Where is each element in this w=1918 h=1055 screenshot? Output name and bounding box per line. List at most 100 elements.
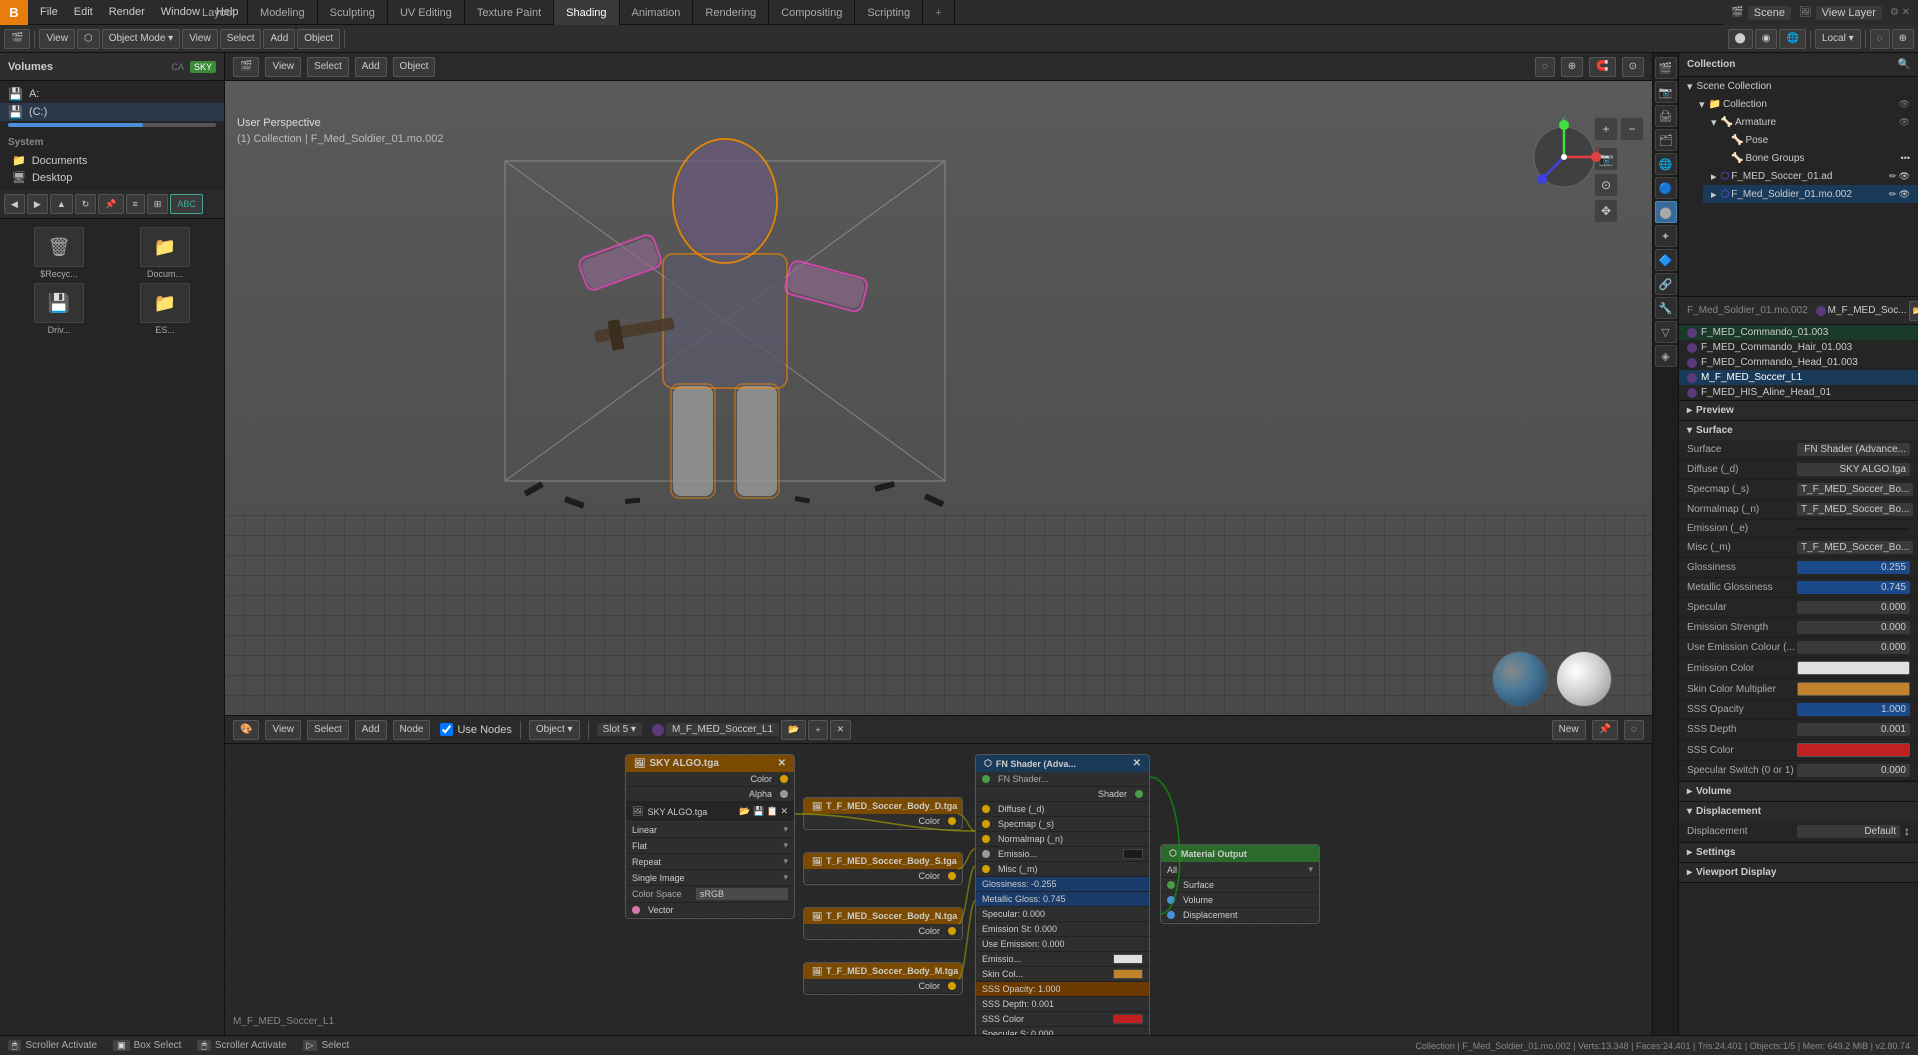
arm-eye[interactable]: 👁 [1899, 117, 1910, 128]
drive-c[interactable]: 💾 (C:) [0, 103, 224, 121]
overlay-btn[interactable]: ◌ [1870, 29, 1890, 49]
outliner[interactable]: ▾ Scene Collection ▾ 📁 Collection 👁 ▾ 🦴 … [1679, 77, 1918, 297]
vp-view-btn[interactable]: View [265, 57, 301, 77]
volume-header[interactable]: ▸ Volume [1679, 782, 1918, 801]
se-mat-browse[interactable]: 📂 [781, 720, 806, 740]
viewport-select-btn[interactable]: Select [220, 29, 262, 49]
tex-d-socket[interactable] [948, 817, 956, 825]
tex-s-socket[interactable] [948, 872, 956, 880]
fb-abc-btn[interactable]: ABC [170, 194, 203, 214]
outliner-collection[interactable]: ▾ 📁 Collection 👁 [1691, 95, 1918, 113]
coll-eye[interactable]: 👁 [1899, 99, 1910, 110]
shading-material-btn[interactable]: ◉ [1755, 29, 1778, 49]
tab-sculpting[interactable]: Sculpting [318, 0, 388, 25]
fb-bookmark-btn[interactable]: 📌 [98, 194, 123, 214]
fn-close[interactable]: ✕ [1133, 758, 1141, 769]
fn-diffuse-sock[interactable] [982, 805, 990, 813]
fb-refresh-btn[interactable]: ↻ [75, 194, 97, 214]
fb-back-btn[interactable]: ◀ [4, 194, 25, 214]
fn-gloss[interactable]: Glossiness: -0.255 [976, 877, 1149, 892]
misc-m-value[interactable]: T_F_MED_Soccer_Bo... [1797, 541, 1913, 554]
viewport-3d[interactable]: 🎬 View Select Add Object ◌ ⊕ 🧲 ⊙ [225, 53, 1652, 715]
node-tex-s[interactable]: 🖼 T_F_MED_Soccer_Body_S.tga Color [803, 852, 963, 885]
sss-opacity-value[interactable]: 1.000 [1797, 703, 1910, 716]
fn-metal-gloss[interactable]: Metallic Gloss: 0.745 [976, 892, 1149, 907]
prop-material-icon[interactable]: ⬤ [1655, 201, 1677, 223]
node-mat-output[interactable]: ⬡ Material Output All ▾ Surface Volume [1160, 844, 1320, 924]
preview-header[interactable]: ▸ Preview [1679, 401, 1918, 420]
se-view-btn[interactable]: View [265, 720, 301, 740]
tab-animation[interactable]: Animation [620, 0, 694, 25]
tab-add[interactable]: + [923, 0, 954, 25]
node-fn-shader[interactable]: ⬡ FN Shader (Adva... ✕ FN Shader... Shad… [975, 754, 1150, 1035]
tex-m-socket[interactable] [948, 982, 956, 990]
viewport-view-btn[interactable]: View [182, 29, 218, 49]
surface-header[interactable]: ▾ Surface [1679, 421, 1918, 440]
outliner-scene-collection[interactable]: ▾ Scene Collection [1679, 77, 1918, 95]
menu-edit[interactable]: Edit [66, 0, 101, 24]
vp-type-btn[interactable]: 🎬 [233, 57, 259, 77]
mat1-label[interactable]: F_MED_Commando_01.003 [1701, 327, 1828, 338]
tab-compositing[interactable]: Compositing [769, 0, 855, 25]
tab-scripting[interactable]: Scripting [855, 0, 923, 25]
prop-world-icon[interactable]: 🔵 [1655, 177, 1677, 199]
view-layer-name[interactable]: View Layer [1816, 6, 1882, 20]
sss-depth-value[interactable]: 0.001 [1797, 723, 1910, 736]
spec-switch-value[interactable]: 0.000 [1797, 764, 1910, 777]
menu-render[interactable]: Render [101, 0, 153, 24]
sss-color-swatch[interactable] [1797, 743, 1910, 757]
node-tex-d[interactable]: 🖼 T_F_MED_Soccer_Body_D.tga Color [803, 797, 963, 830]
nav-zoom-out[interactable]: − [1620, 117, 1644, 141]
glossiness-value[interactable]: 0.255 [1797, 561, 1910, 574]
editor-type-btn[interactable]: 🎬 [4, 29, 30, 49]
slot-selector[interactable]: Slot 5 ▾ [597, 723, 642, 736]
prop-particles-icon[interactable]: ✦ [1655, 225, 1677, 247]
fb-view-btn[interactable]: ⊞ [147, 194, 169, 214]
settings-header[interactable]: ▸ Settings [1679, 843, 1918, 862]
outliner-bone-groups[interactable]: 🦴 Bone Groups ••• [1715, 149, 1918, 167]
select-mode-btn[interactable]: ⬡ [77, 29, 100, 49]
file-ops[interactable]: 📂 💾 📋 ✕ [739, 806, 788, 817]
tab-texture-paint[interactable]: Texture Paint [465, 0, 554, 25]
fn-sss-opacity[interactable]: SSS Opacity: 1.000 [976, 982, 1149, 997]
fmad-eye-icon[interactable]: 👁 [1899, 171, 1910, 182]
prop-constraints-icon[interactable]: 🔗 [1655, 273, 1677, 295]
tab-layout[interactable]: Layout [190, 0, 248, 25]
sys-documents[interactable]: 📁 Documents [8, 152, 216, 169]
fn-shader-socket-out[interactable] [1135, 790, 1143, 798]
view-btn[interactable]: View [39, 29, 75, 49]
fmad-edit-icon[interactable]: ✏ [1889, 171, 1897, 182]
vp-gizmo-btn[interactable]: ⊕ [1561, 57, 1583, 77]
prop-scene-icon[interactable]: 🎬 [1655, 57, 1677, 79]
transform-space-btn[interactable]: Local ▾ [1815, 29, 1861, 49]
disp-value[interactable]: Default [1797, 825, 1900, 838]
file-item-drive[interactable]: 💾 Driv... [8, 283, 110, 335]
shader-editor[interactable]: 🎨 View Select Add Node Use Nodes Object … [225, 715, 1652, 1035]
fb-sort-btn[interactable]: ≡ [126, 194, 145, 214]
mat-surface-sock[interactable] [1167, 881, 1175, 889]
fb-fwd-btn[interactable]: ▶ [27, 194, 48, 214]
tab-uv-editing[interactable]: UV Editing [388, 0, 465, 25]
se-select-btn[interactable]: Select [307, 720, 349, 740]
viewport-scene[interactable]: User Perspective (1) Collection | F_Med_… [225, 81, 1652, 715]
alpha-socket-out[interactable] [780, 790, 788, 798]
mat3-label[interactable]: F_MED_Commando_Head_01.003 [1701, 357, 1858, 368]
file-item-es[interactable]: 📁 ES... [114, 283, 216, 335]
emission-e-value[interactable] [1797, 528, 1910, 530]
outliner-fmed-mo002[interactable]: ▸ ⬡ F_Med_Soldier_01.mo.002 ✏ 👁 [1703, 185, 1918, 203]
prop-output-icon[interactable]: 🖨 [1655, 105, 1677, 127]
mat2-label[interactable]: F_MED_Commando_Hair_01.003 [1701, 342, 1852, 353]
drive-a[interactable]: 💾 A: [0, 85, 224, 103]
prop-data-icon[interactable]: ▽ [1655, 321, 1677, 343]
tab-modeling[interactable]: Modeling [248, 0, 318, 25]
emis-color-swatch[interactable] [1797, 661, 1910, 675]
prop-render-icon[interactable]: 📷 [1655, 81, 1677, 103]
vp-display-header[interactable]: ▸ Viewport Display [1679, 863, 1918, 882]
se-pin-btn[interactable]: 📌 [1592, 720, 1618, 740]
displacement-header[interactable]: ▾ Displacement [1679, 802, 1918, 821]
vp-add-btn[interactable]: Add [355, 57, 387, 77]
prop-modifiers-icon[interactable]: 🔧 [1655, 297, 1677, 319]
mat4-label[interactable]: M_F_MED_Soccer_L1 [1701, 372, 1802, 383]
prop-physics-icon[interactable]: 🔷 [1655, 249, 1677, 271]
fn-emis-sock[interactable] [982, 850, 990, 858]
